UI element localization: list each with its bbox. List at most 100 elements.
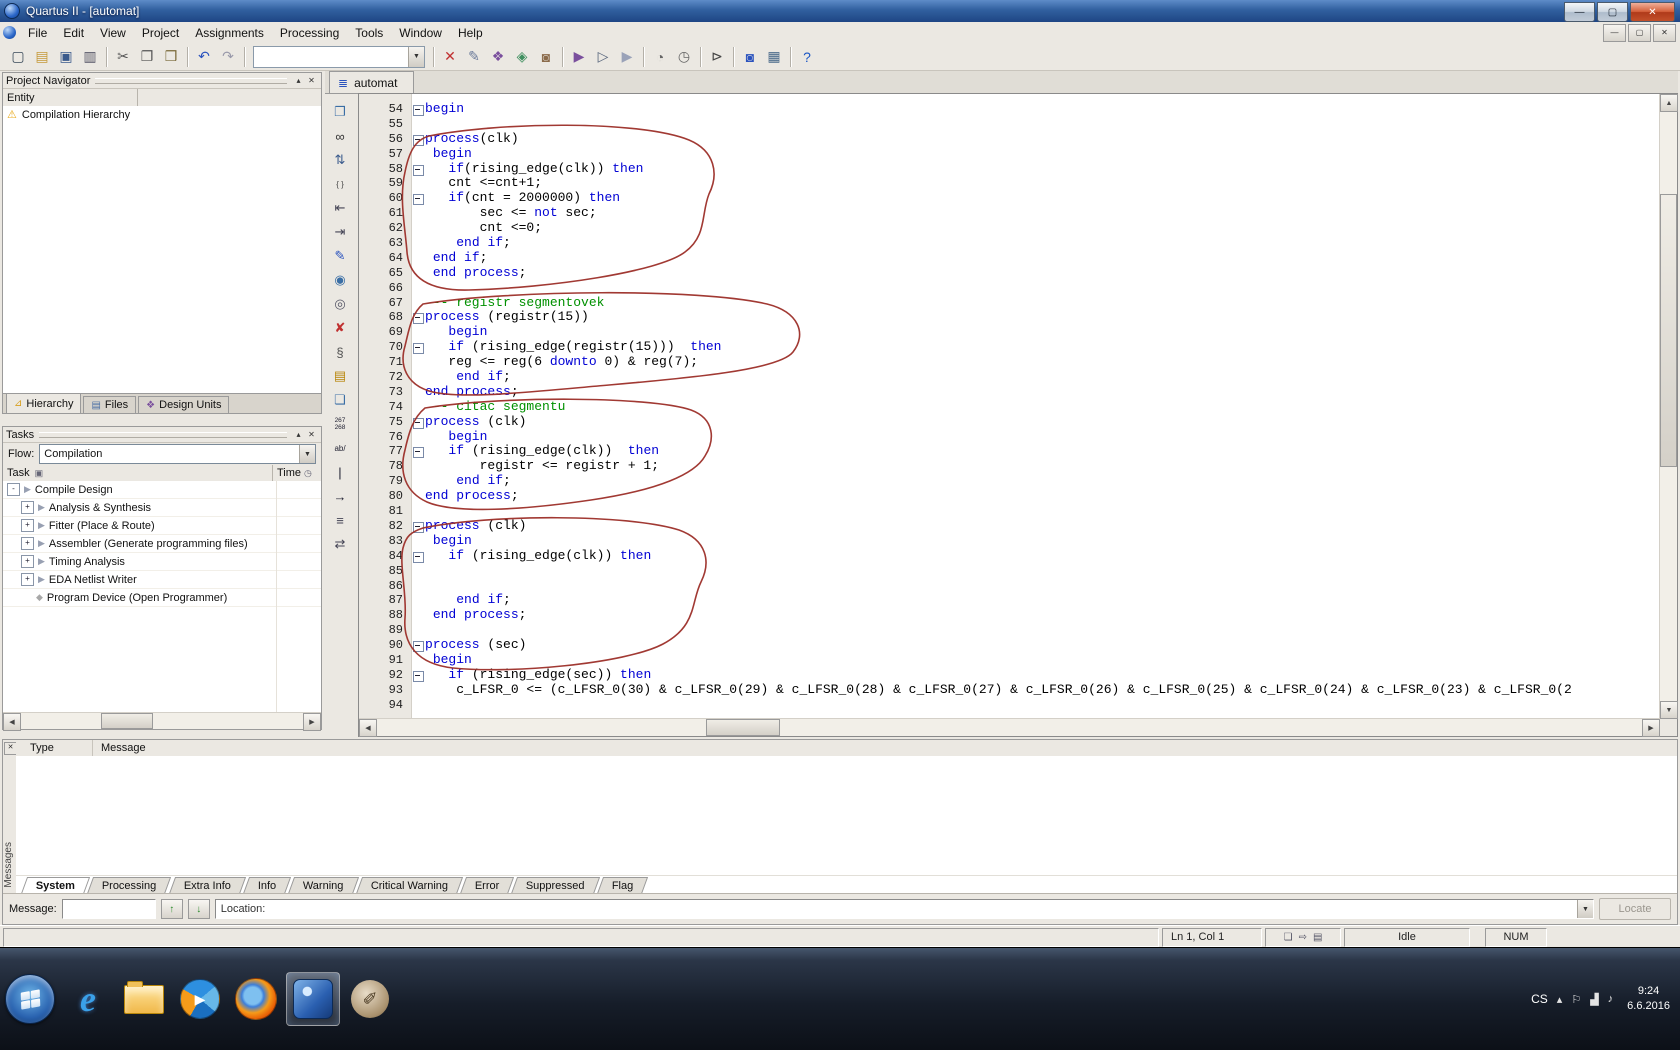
fold-marker[interactable]	[413, 105, 424, 116]
clock[interactable]: 9:24 6.6.2016	[1622, 984, 1670, 1014]
fold-marker[interactable]	[413, 522, 424, 533]
template-book-button[interactable]: ▤	[328, 365, 352, 387]
undo-button[interactable]: ↶	[192, 46, 216, 68]
messages-tab-flag[interactable]: Flag	[597, 877, 649, 894]
start-button[interactable]	[5, 974, 55, 1024]
tab-hierarchy[interactable]: ⊿Hierarchy	[6, 393, 81, 413]
paste-button[interactable]: ❒	[159, 46, 183, 68]
mdi-close-button[interactable]: ✕	[1653, 24, 1676, 42]
grid-icon[interactable]: ▤	[1313, 932, 1322, 943]
task-column[interactable]: Task ▣	[3, 465, 273, 481]
find-replace-button[interactable]: ⇅	[328, 149, 352, 171]
firefox-button[interactable]	[230, 973, 282, 1025]
fold-marker[interactable]	[413, 135, 424, 146]
menu-item-tools[interactable]: Tools	[347, 24, 391, 42]
fold-marker[interactable]	[413, 418, 424, 429]
dropdown-arrow-icon[interactable]: ▼	[299, 445, 315, 463]
expand-box-icon[interactable]: +	[21, 537, 34, 550]
copy-button[interactable]: ❐	[135, 46, 159, 68]
collapse-panel-button[interactable]: ▴	[292, 429, 305, 441]
expand-box-icon[interactable]: +	[21, 555, 34, 568]
messages-tab-critical-warning[interactable]: Critical Warning	[355, 877, 462, 894]
fold-marker[interactable]	[413, 165, 424, 176]
time-column[interactable]: Time ◷	[273, 467, 321, 479]
collapse-box-icon[interactable]: -	[7, 483, 20, 496]
mdi-minimize-button[interactable]: —	[1603, 24, 1626, 42]
editor-window-button[interactable]: ❐	[328, 101, 352, 123]
pin-planner-button[interactable]: ❖	[486, 46, 510, 68]
close-panel-button[interactable]: ✕	[305, 75, 318, 87]
settings-button[interactable]: ✕	[438, 46, 462, 68]
cut-button[interactable]: ✂	[111, 46, 135, 68]
save-button[interactable]: ▣	[54, 46, 78, 68]
redo-button[interactable]: ↷	[216, 46, 240, 68]
find-button[interactable]: ∞	[328, 125, 352, 147]
editor-vertical-scrollbar[interactable]: ▲ ▼	[1659, 94, 1677, 719]
swap-button[interactable]: ⇄	[328, 533, 352, 555]
menu-item-edit[interactable]: Edit	[55, 24, 92, 42]
network-icon[interactable]: ▟	[1590, 993, 1598, 1006]
media-player-button[interactable]: ▶	[174, 973, 226, 1025]
fold-marker[interactable]	[413, 313, 424, 324]
scroll-right-arrow[interactable]: ▶	[1642, 719, 1660, 737]
run-button[interactable]: ⊳	[705, 46, 729, 68]
menu-item-view[interactable]: View	[92, 24, 134, 42]
attach-button[interactable]: §	[328, 341, 352, 363]
messages-tab-warning[interactable]: Warning	[288, 877, 359, 894]
file-explorer-button[interactable]	[118, 973, 170, 1025]
print-button[interactable]: ▥	[78, 46, 102, 68]
bookmark-button[interactable]: ◉	[328, 269, 352, 291]
messages-tab-extra-info[interactable]: Extra Info	[168, 877, 245, 894]
hidden-icons-button[interactable]: ▴	[1557, 993, 1563, 1006]
start-compilation-button[interactable]: ▶	[567, 46, 591, 68]
chip-planner-button[interactable]: ▦	[762, 46, 786, 68]
menu-item-project[interactable]: Project	[134, 24, 187, 42]
task-row-fitter-place-route[interactable]: +▶Fitter (Place & Route)	[3, 517, 321, 535]
action-center-icon[interactable]: ⚐	[1571, 993, 1581, 1006]
scroll-track[interactable]	[1660, 112, 1677, 701]
messages-tab-suppressed[interactable]: Suppressed	[511, 877, 600, 894]
close-button[interactable]: ✕	[1630, 2, 1675, 22]
help-button[interactable]: ?	[795, 46, 819, 68]
volume-icon[interactable]: ♪	[1608, 993, 1614, 1005]
task-row-assembler-generate-programming-files[interactable]: +▶Assembler (Generate programming files)	[3, 535, 321, 553]
mdi-restore-button[interactable]: ▢	[1628, 24, 1651, 42]
expand-box-icon[interactable]: +	[21, 519, 34, 532]
scroll-left-arrow[interactable]: ◀	[3, 713, 21, 731]
scroll-thumb[interactable]	[706, 719, 780, 736]
panel-grip[interactable]	[39, 432, 287, 438]
messages-tab-processing[interactable]: Processing	[87, 877, 172, 894]
align-button[interactable]: ≡	[328, 509, 352, 531]
syntax-pen-button[interactable]: ✎	[328, 245, 352, 267]
scroll-track[interactable]	[21, 713, 303, 729]
new-file-button[interactable]: ▢	[6, 46, 30, 68]
scroll-left-arrow[interactable]: ◀	[359, 719, 377, 737]
clock-settings-button[interactable]: ◷	[672, 46, 696, 68]
close-panel-button[interactable]: ✕	[305, 429, 318, 441]
scroll-thumb[interactable]	[1660, 194, 1677, 467]
next-bookmark-button[interactable]: ◎	[328, 293, 352, 315]
programmer-button[interactable]: ◙	[738, 46, 762, 68]
dropdown-arrow-icon[interactable]: ▼	[1577, 900, 1593, 918]
panel-grip[interactable]	[95, 78, 287, 84]
message-column-header[interactable]: Message	[93, 742, 146, 754]
decrease-indent-button[interactable]: ⇤	[328, 197, 352, 219]
menu-item-processing[interactable]: Processing	[272, 24, 347, 42]
locate-page-icon[interactable]: ❏	[1284, 932, 1293, 943]
timing-analyzer-button[interactable]: ◔	[648, 46, 672, 68]
scroll-up-arrow[interactable]: ▲	[1660, 94, 1678, 112]
tasks-horizontal-scrollbar[interactable]: ◀ ▶	[3, 712, 321, 729]
menu-item-assignments[interactable]: Assignments	[187, 24, 272, 42]
fold-marker[interactable]	[413, 671, 424, 682]
previous-message-button[interactable]: ↑	[161, 899, 183, 919]
assignment-editor-button[interactable]: ✎	[462, 46, 486, 68]
menu-item-file[interactable]: File	[20, 24, 55, 42]
toolbar-combobox[interactable]: ▼	[253, 46, 425, 68]
expand-box-icon[interactable]: +	[21, 501, 34, 514]
fold-marker[interactable]	[413, 447, 424, 458]
jump-forward-icon[interactable]: ⇨	[1299, 932, 1307, 943]
language-indicator[interactable]: CS	[1531, 992, 1548, 1006]
column-select-button[interactable]: |	[328, 461, 352, 483]
paint-app-button[interactable]: ✐	[344, 973, 396, 1025]
locate-button[interactable]: Locate	[1599, 898, 1671, 920]
